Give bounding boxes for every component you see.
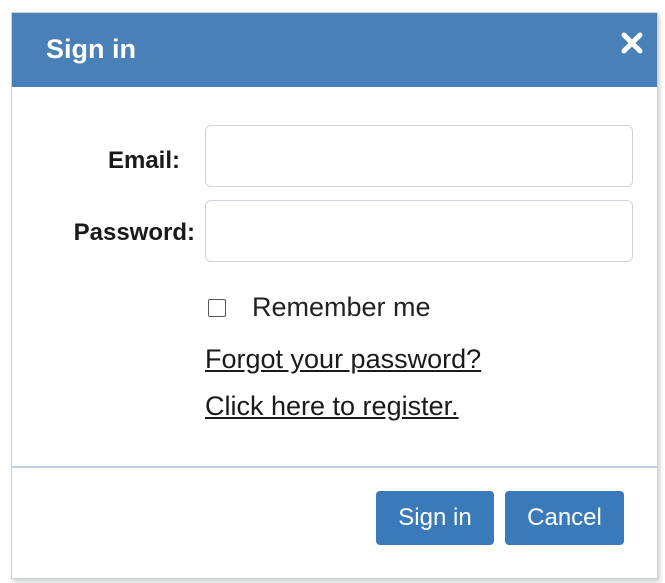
close-button[interactable] (617, 28, 647, 58)
password-field[interactable] (205, 200, 633, 262)
remember-me-label: Remember me (252, 292, 431, 322)
footer-divider (12, 466, 657, 468)
cancel-button[interactable]: Cancel (505, 491, 624, 545)
email-label: Email: (107, 147, 180, 174)
close-icon (621, 32, 643, 54)
email-field[interactable] (205, 125, 633, 187)
dialog-title: Sign in (46, 34, 136, 64)
password-label: Password: (73, 219, 195, 246)
sign-in-dialog: Sign in Email: Password: Remember me For… (11, 12, 658, 579)
dialog-titlebar: Sign in (12, 13, 657, 87)
sign-in-button[interactable]: Sign in (376, 491, 494, 545)
register-link[interactable]: Click here to register. (205, 390, 459, 422)
remember-me-checkbox[interactable] (208, 299, 226, 317)
forgot-password-link[interactable]: Forgot your password? (205, 343, 481, 375)
